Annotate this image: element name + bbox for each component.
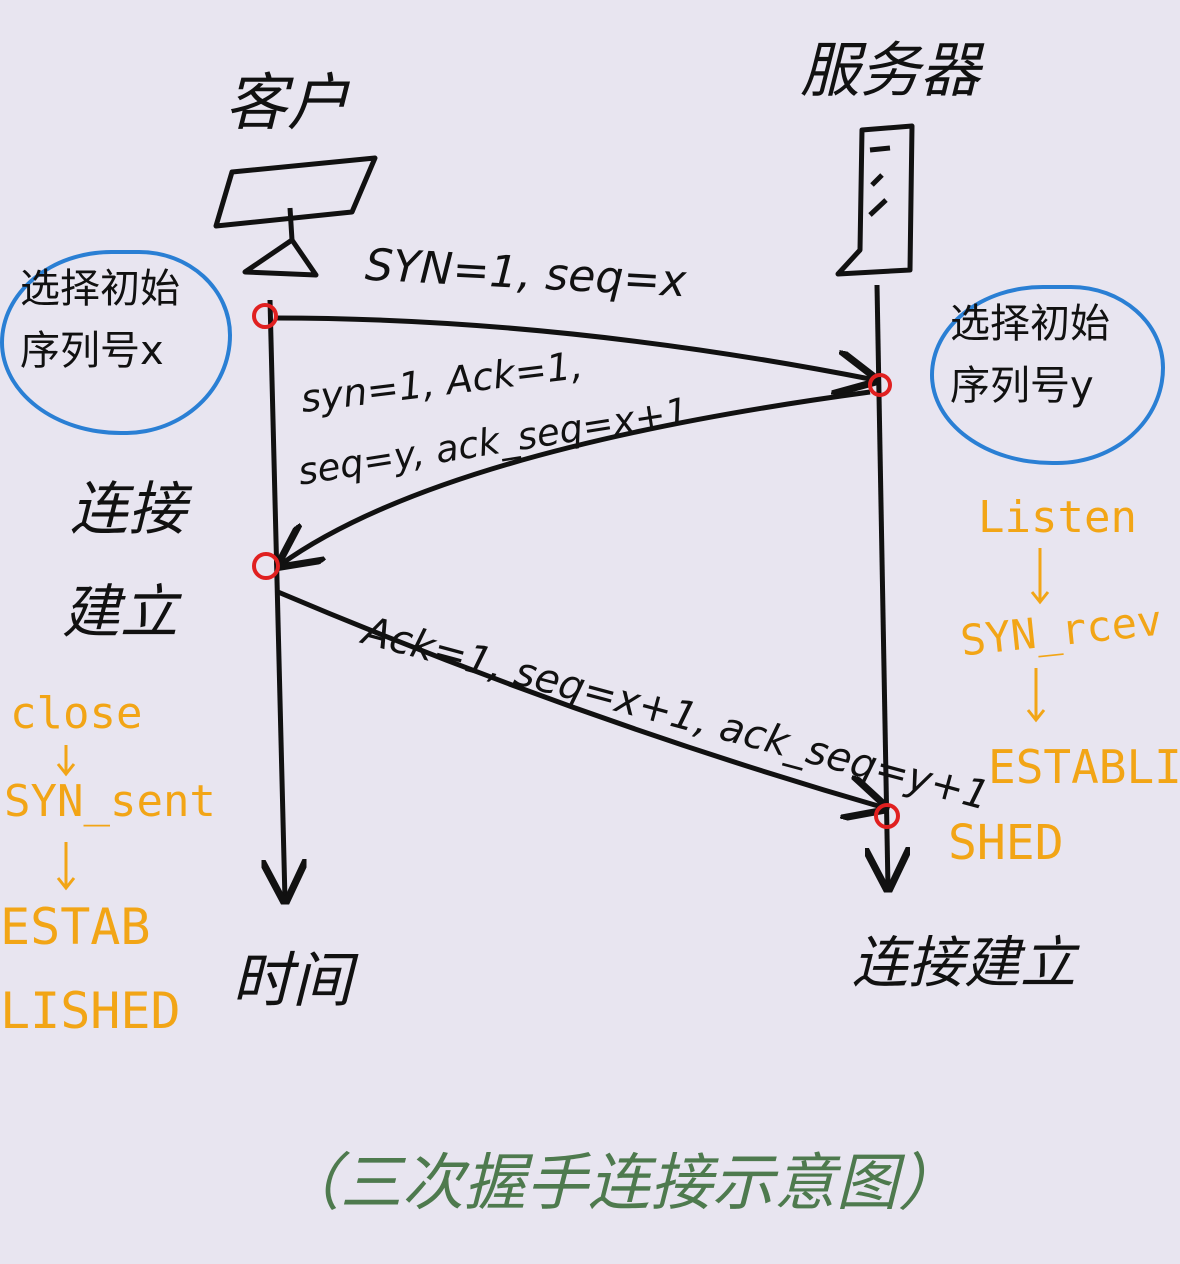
client-established-line1: 连接 xyxy=(70,475,187,543)
server-established-label: 连接建立 xyxy=(852,931,1076,996)
client-seq-note: 选择初始 序列号x xyxy=(0,250,232,435)
server-seq-note: 选择初始 序列号y xyxy=(930,285,1165,465)
client-computer-icon xyxy=(213,155,378,278)
server-state-shed: SHED xyxy=(948,815,1064,871)
client-state-estab: ESTAB xyxy=(0,898,151,956)
client-seq-note-line1: 选择初始 xyxy=(20,266,180,312)
diagram-caption: （三次握手连接示意图） xyxy=(278,1146,961,1219)
server-seq-note-line1: 选择初始 xyxy=(950,301,1110,347)
server-tower-icon xyxy=(835,123,915,277)
client-timeline xyxy=(270,299,285,900)
server-state-establi: ESTABLI xyxy=(988,740,1180,794)
server-title: 服务器 xyxy=(800,36,980,106)
client-seq-note-line2: 序列号x xyxy=(20,328,164,374)
time-axis-label: 时间 xyxy=(232,946,352,1016)
client-state-close: close xyxy=(10,688,143,739)
server-state-listen: Listen xyxy=(978,492,1137,543)
client-state-syn-sent: SYN_sent xyxy=(4,776,216,827)
server-seq-note-line2: 序列号y xyxy=(950,363,1094,409)
client-title: 客户 xyxy=(225,66,350,139)
client-state-lished: LISHED xyxy=(0,982,181,1040)
client-established-line2: 建立 xyxy=(62,578,179,646)
